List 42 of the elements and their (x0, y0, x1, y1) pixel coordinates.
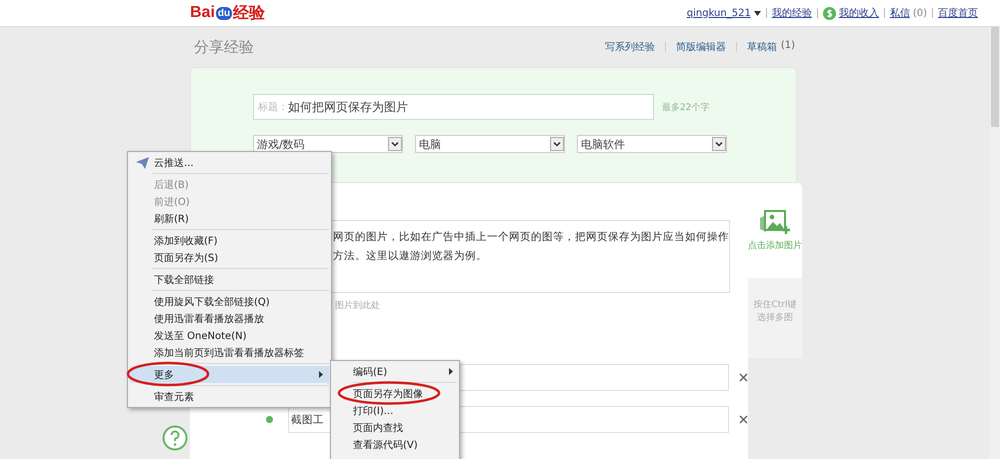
menu-item[interactable]: 页面另存为图像 (331, 385, 459, 402)
submenu-arrow-icon (319, 371, 323, 378)
image-add-icon (758, 210, 792, 236)
title-hint: 最多22个字 (662, 102, 710, 114)
dropdown-icon (550, 137, 564, 151)
menu-item[interactable]: 查看源代码(V) (331, 436, 459, 453)
menu-item[interactable]: 发送至 OneNote(N) (130, 327, 329, 344)
header-link[interactable]: 我的收入 (838, 6, 879, 20)
close-icon[interactable] (739, 373, 748, 382)
category-select[interactable]: 电脑软件 (577, 135, 727, 153)
page-title: 分享经验 (194, 38, 254, 56)
menu-item[interactable]: 添加当前页到迅雷看看播放器标签 (130, 344, 329, 361)
draft-count: (1) (780, 40, 795, 53)
header-link[interactable]: 私信 (890, 6, 910, 20)
action-link[interactable]: 草稿箱 (746, 40, 777, 54)
title-field[interactable]: 标题：如何把网页保存为图片 (253, 94, 654, 120)
menu-item[interactable]: 更多 (130, 366, 329, 383)
category-select[interactable]: 电脑 (415, 135, 565, 153)
category-select[interactable]: 游戏/数码 (253, 135, 403, 153)
menu-item[interactable]: 编码(E) (331, 363, 459, 380)
dropdown-icon (712, 137, 726, 151)
username-link[interactable]: qingkun_521 (686, 8, 751, 18)
header-link[interactable]: 我的经验 (772, 6, 812, 20)
scrollbar[interactable] (990, 27, 1000, 459)
close-icon[interactable] (739, 415, 748, 424)
menu-item[interactable]: 使用迅雷看看播放器播放 (130, 310, 329, 327)
action-link[interactable]: 简版编辑器 (676, 40, 726, 54)
drop-hint: 图片到此处 (335, 300, 380, 312)
caret-icon[interactable] (754, 10, 761, 16)
multi-select-hint: 按住Ctrl键 选择多图 (748, 278, 802, 358)
action-link[interactable]: 写系列经验 (604, 40, 655, 54)
menu-item[interactable]: 审查元素 (130, 388, 329, 405)
menu-item[interactable]: 页面内查找 (331, 419, 459, 436)
logo[interactable]: Bai du 经验 (190, 2, 266, 24)
submenu-arrow-icon (449, 368, 453, 375)
menu-item[interactable]: 使用旋风下载全部链接(Q) (130, 293, 329, 310)
header-link[interactable]: 百度首页 (938, 6, 978, 20)
coin-icon (822, 6, 836, 20)
message-count: (0) (912, 8, 927, 18)
menu-item[interactable]: 云推送... (130, 154, 329, 171)
dropdown-icon (388, 137, 402, 151)
send-icon (136, 156, 148, 168)
